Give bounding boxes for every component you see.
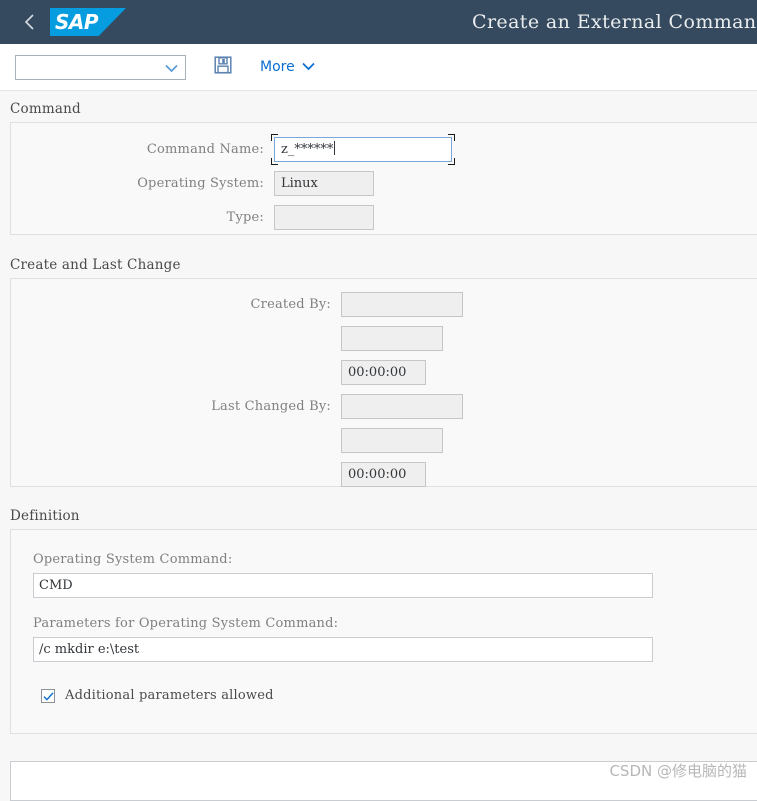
back-button[interactable] [14, 0, 44, 44]
last-changed-time-input[interactable]: 00:00:00 [341, 462, 426, 487]
section-create-last-change-panel: Created By: 00:00:00 Last Changed By: 00… [10, 278, 757, 487]
field-label-type: Type: [226, 210, 264, 225]
command-name-input[interactable]: z_****** [274, 137, 452, 162]
section-definition: Definition Operating System Command: CMD… [0, 508, 757, 734]
section-command-panel: Command Name: z_****** Operating System:… [10, 122, 757, 235]
save-button[interactable] [212, 56, 234, 78]
field-label-operating-system: Operating System: [137, 176, 264, 191]
section-definition-panel: Operating System Command: CMD Parameters… [10, 529, 757, 734]
focus-corner-top-left [271, 134, 278, 141]
field-row-last-changed-date [11, 428, 757, 453]
field-row-command-name: Command Name: z_****** [11, 134, 757, 165]
field-row-created-time: 00:00:00 [11, 360, 757, 385]
last-changed-by-input[interactable] [341, 394, 463, 419]
page-title: Create an External Command [472, 11, 757, 33]
sap-logo[interactable]: SAP [50, 8, 126, 36]
toolbar: More [0, 44, 757, 91]
focus-corner-bottom-right [448, 158, 455, 165]
additional-parameters-checkbox[interactable] [41, 686, 55, 705]
variant-select[interactable] [15, 54, 186, 80]
field-row-created-date [11, 326, 757, 351]
text-caret [334, 141, 336, 155]
section-command: Command Command Name: z_****** Operating… [0, 101, 757, 235]
field-row-last-changed-time: 00:00:00 [11, 462, 757, 487]
created-time-input[interactable]: 00:00:00 [341, 360, 426, 385]
additional-parameters-checkbox-label: Additional parameters allowed [65, 688, 274, 703]
section-definition-title: Definition [10, 508, 80, 524]
field-row-last-changed-by: Last Changed By: [11, 394, 757, 419]
focus-corner-top-right [448, 134, 455, 141]
watermark: CSDN @修电脑的猫 [609, 762, 747, 780]
created-by-input[interactable] [341, 292, 463, 317]
command-name-value: z_****** [281, 142, 334, 157]
chevron-left-icon [24, 13, 35, 31]
os-parameters-input[interactable]: /c mkdir e:\test [33, 637, 653, 662]
field-row-created-by: Created By: [11, 292, 757, 317]
additional-parameters-checkbox-row[interactable]: Additional parameters allowed [41, 688, 757, 703]
created-date-input[interactable] [341, 326, 443, 351]
shell-header: SAP Create an External Command [0, 0, 757, 44]
chevron-down-icon [302, 59, 315, 75]
focus-corner-bottom-left [271, 158, 278, 165]
os-command-input[interactable]: CMD [33, 573, 653, 598]
field-label-last-changed-by: Last Changed By: [211, 399, 331, 414]
sap-logo-text: SAP [55, 10, 99, 34]
field-label-os-command: Operating System Command: [33, 552, 233, 567]
field-row-type: Type: [11, 205, 757, 230]
check-icon [43, 686, 54, 705]
more-button[interactable]: More [260, 59, 315, 75]
section-command-title: Command [10, 101, 81, 117]
section-create-last-change: Create and Last Change Created By: 00:00… [0, 257, 757, 487]
chevron-down-icon [165, 58, 178, 77]
type-input[interactable] [274, 205, 374, 230]
more-button-label: More [260, 59, 295, 75]
floppy-disk-save-icon [214, 56, 232, 78]
operating-system-input[interactable]: Linux [274, 171, 374, 196]
field-row-operating-system: Operating System: Linux [11, 171, 757, 196]
last-changed-date-input[interactable] [341, 428, 443, 453]
command-name-field-wrapper: z_****** [271, 134, 455, 165]
field-label-os-parameters: Parameters for Operating System Command: [33, 616, 339, 631]
field-label-created-by: Created By: [250, 297, 331, 312]
field-label-command-name: Command Name: [146, 142, 264, 157]
content-area: Command Command Name: z_****** Operating… [0, 91, 757, 734]
section-create-last-change-title: Create and Last Change [10, 257, 181, 273]
